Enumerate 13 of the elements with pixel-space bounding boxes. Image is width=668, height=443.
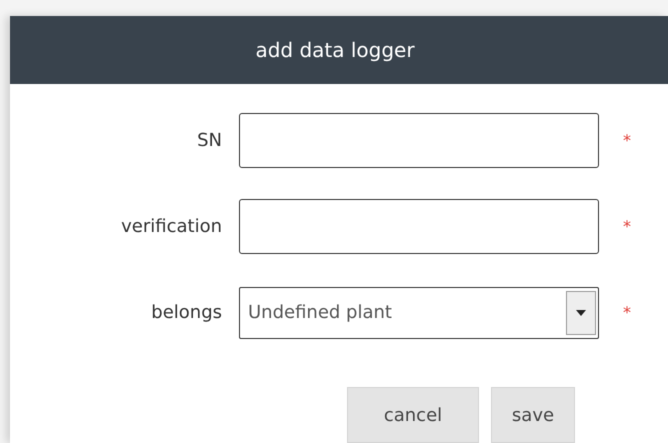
save-button[interactable]: save [491, 387, 575, 443]
input-field[interactable] [239, 113, 599, 168]
field-label: belongs [150, 301, 223, 325]
plant-dropdown[interactable]: Undefined plant [239, 286, 599, 338]
field-label: SN [196, 129, 223, 153]
field-label: verification [120, 215, 223, 239]
required-mark: * [623, 302, 631, 324]
dialog-title: add data logger [255, 37, 415, 64]
required-mark: * [623, 130, 631, 152]
cancel-button[interactable]: cancel [347, 387, 479, 443]
required-mark: * [623, 216, 631, 238]
input-field[interactable] [239, 199, 599, 254]
caret-icon [576, 310, 586, 316]
